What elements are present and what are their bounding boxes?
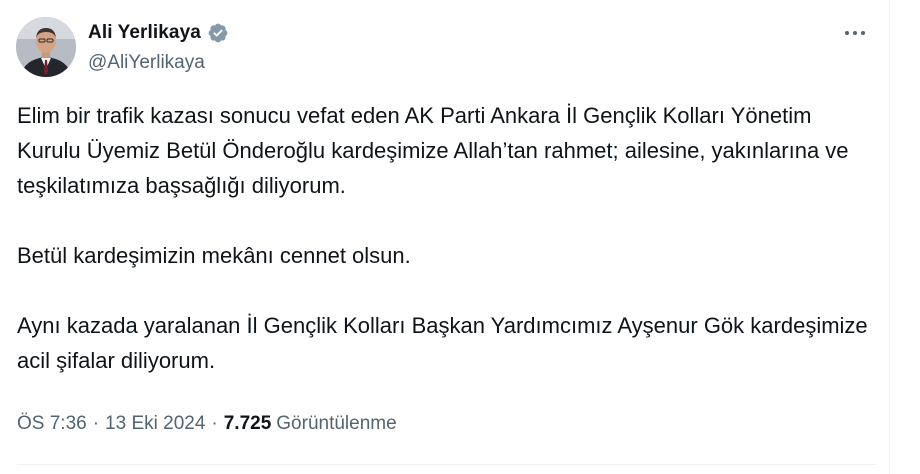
tweet-paragraph: Elim bir trafik kazası sonucu vefat eden… <box>17 103 849 198</box>
more-horizontal-icon <box>845 31 865 35</box>
profile-photo-icon <box>16 17 76 77</box>
tweet-date[interactable]: 13 Eki 2024 <box>105 413 205 435</box>
column-divider <box>889 0 890 474</box>
views-count[interactable]: 7.725 <box>224 413 272 435</box>
tweet-text: Elim bir trafik kazası sonucu vefat eden… <box>17 98 877 378</box>
tweet-card: Ali Yerlikaya @AliYerlikaya Elim bir tra… <box>0 0 920 474</box>
meta-separator: · <box>211 413 218 434</box>
author-handle[interactable]: @AliYerlikaya <box>88 52 205 74</box>
author-name-row: Ali Yerlikaya <box>88 20 229 46</box>
tweet-paragraph: Aynı kazada yaralanan İl Gençlik Kolları… <box>17 313 868 373</box>
meta-separator: · <box>92 413 100 434</box>
bottom-divider <box>17 464 877 465</box>
avatar[interactable] <box>16 17 76 77</box>
tweet-time[interactable]: ÖS 7:36 <box>17 413 87 435</box>
tweet-meta: ÖS 7:36 · 13 Eki 2024 · 7.725 Görüntülen… <box>17 413 397 435</box>
tweet-paragraph: Betül kardeşimizin mekânı cennet olsun. <box>17 243 411 268</box>
verified-badge-icon[interactable] <box>207 22 229 44</box>
views-label[interactable]: Görüntülenme <box>276 413 396 435</box>
author-display-name[interactable]: Ali Yerlikaya <box>88 22 201 44</box>
more-options-button[interactable] <box>842 22 868 44</box>
